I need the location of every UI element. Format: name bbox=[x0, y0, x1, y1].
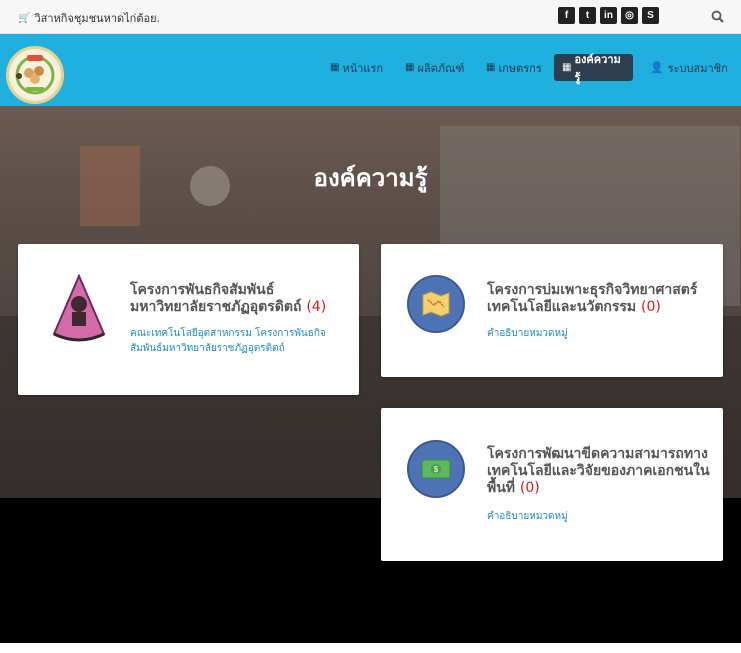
page-title: องค์ความรู้ bbox=[313, 164, 428, 192]
nav-item-label: หน้าแรก bbox=[342, 61, 384, 75]
nav-item-label: ระบบสมาชิก bbox=[667, 61, 728, 75]
nav-item-knowledge[interactable]: ▦ องค์ความรู้ bbox=[554, 53, 633, 84]
main-navbar: ▦ หน้าแรก ▦ ผลิตภัณฑ์ ▦ เกษตรกร ▦ องค์คว… bbox=[0, 34, 741, 106]
dribbble-icon[interactable]: ◎ bbox=[621, 7, 638, 24]
twitter-icon[interactable]: t bbox=[579, 7, 596, 24]
card-description[interactable]: คณะเทคโนโลยีอุตสาหกรรม โครงการพันธกิจสัม… bbox=[130, 326, 345, 356]
category-card[interactable]: โครงการบ่มเพาะธุรกิจวิทยาศาสตร์ เทคโนโลย… bbox=[381, 244, 723, 377]
grid-icon: ▦ bbox=[562, 62, 572, 73]
nav-item-farmers[interactable]: ▦ เกษตรกร bbox=[478, 54, 550, 81]
site-name-label: วิสาหกิจชุมชนหาดไก่ต้อย. bbox=[34, 12, 161, 25]
card-title[interactable]: โครงการพันธกิจสัมพันธ์มหาวิทยาลัยราชภัฏอ… bbox=[130, 282, 345, 316]
svg-text:$: $ bbox=[434, 465, 439, 474]
site-name-link[interactable]: 🛒 วิสาหกิจชุมชนหาดไก่ต้อย. bbox=[18, 9, 160, 27]
social-links: f t in ◎ S bbox=[558, 7, 659, 24]
nav-item-label: เกษตรกร bbox=[498, 61, 542, 75]
card-count: (4) bbox=[306, 299, 327, 315]
nav-item-label: ผลิตภัณฑ์ bbox=[417, 61, 465, 75]
user-icon: 👤 bbox=[650, 61, 664, 74]
card-title[interactable]: โครงการพัฒนาขีดความสามารถทางเทคโนโลยีและ… bbox=[487, 446, 713, 497]
top-bar: 🛒 วิสาหกิจชุมชนหาดไก่ต้อย. f t in ◎ S bbox=[0, 0, 741, 34]
category-card[interactable]: $ โครงการพัฒนาขีดความสามารถทางเทคโนโลยีแ… bbox=[381, 408, 723, 561]
nav-item-products[interactable]: ▦ ผลิตภัณฑ์ bbox=[397, 54, 472, 81]
cart-icon: 🛒 bbox=[18, 12, 31, 24]
nav-item-label: องค์ความรู้ bbox=[574, 52, 621, 84]
card-count: (0) bbox=[641, 299, 661, 315]
card-title-text: โครงการพันธกิจสัมพันธ์มหาวิทยาลัยราชภัฏอ… bbox=[130, 282, 302, 315]
money-icon: $ bbox=[407, 440, 465, 498]
card-title-text: โครงการบ่มเพาะธุรกิจวิทยาศาสตร์ เทคโนโลย… bbox=[487, 282, 698, 315]
map-icon bbox=[407, 275, 465, 333]
grid-icon: ▦ bbox=[330, 62, 340, 73]
nav-item-home[interactable]: ▦ หน้าแรก bbox=[322, 54, 391, 81]
facebook-icon[interactable]: f bbox=[558, 7, 575, 24]
linkedin-icon[interactable]: in bbox=[600, 7, 617, 24]
grid-icon: ▦ bbox=[486, 62, 496, 73]
search-icon[interactable] bbox=[711, 10, 724, 23]
card-count: (0) bbox=[519, 480, 540, 496]
category-card[interactable]: โครงการพันธกิจสัมพันธ์มหาวิทยาลัยราชภัฏอ… bbox=[18, 244, 359, 395]
university-logo bbox=[52, 274, 106, 342]
card-description[interactable]: คำอธิบายหมวดหมู่ bbox=[487, 509, 568, 524]
card-title[interactable]: โครงการบ่มเพาะธุรกิจวิทยาศาสตร์ เทคโนโลย… bbox=[487, 282, 709, 316]
nav-item-members[interactable]: 👤 ระบบสมาชิก bbox=[642, 54, 736, 81]
skype-icon[interactable]: S bbox=[642, 7, 659, 24]
card-description[interactable]: คำอธิบายหมวดหมู่ bbox=[487, 326, 568, 341]
nav-menu: ▦ หน้าแรก ▦ ผลิตภัณฑ์ ▦ เกษตรกร ▦ องค์คว… bbox=[0, 53, 741, 84]
grid-icon: ▦ bbox=[405, 62, 415, 73]
